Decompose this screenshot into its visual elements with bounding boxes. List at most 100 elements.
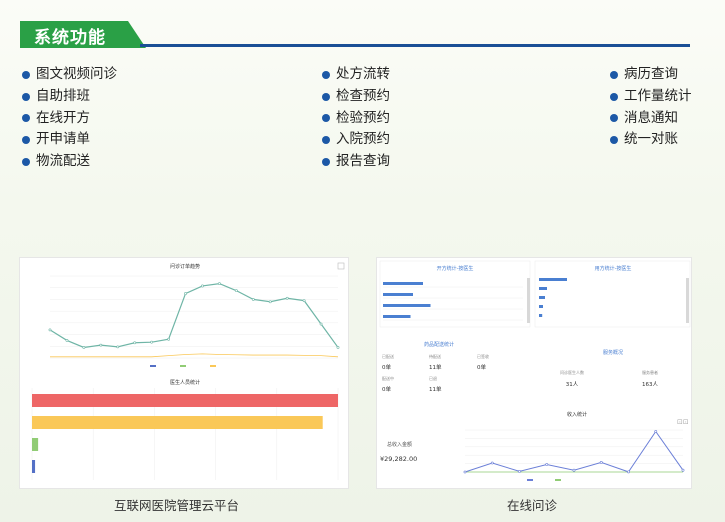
feature-item: 消息通知 [610,108,692,130]
data-point [319,322,323,326]
data-point [65,339,69,342]
feature-item: 图文视频问诊 [22,64,117,86]
series-line-1 [464,430,684,473]
income-value: ¥29,282.00 [380,455,417,463]
data-point [133,341,137,345]
consultation-screenshot: 开方统计-按医生 用方统计-按医生 药品配送统计 已配送 0单 待配送 11单 已签收 0… [376,257,692,489]
feature-label: 入院预约 [336,131,390,148]
stat-value: 0单 [382,385,391,393]
feature-item: 入院预约 [322,129,390,151]
feature-item: 物流配送 [22,151,117,173]
feature-label: 统一对账 [624,131,678,148]
bullet-icon [610,114,618,123]
chart-tools-icon[interactable]: ⊡⊡ [677,418,689,426]
feature-item: 病历查询 [610,64,692,86]
stat-label: 已配送 [382,353,394,359]
feature-column-2: 处方流转检查预约 检验预约入院预约报告查询 [322,64,390,173]
data-point [336,346,340,349]
consultation-dashboard: 开方统计-按医生 用方统计-按医生 药品配送统计 已配送 0单 待配送 11单 已签收 0… [379,260,691,481]
stat-label: 配送中 [382,375,394,381]
feature-item: 工作量统计 [610,86,692,108]
data-point [268,300,272,304]
rx-stats-title: 开方统计-按医生 [437,265,474,272]
stat-value: 11单 [429,385,442,393]
bullet-icon [322,92,330,101]
data-point [201,284,204,288]
bar [32,460,36,473]
legend-marker [210,365,216,367]
bullet-icon [610,136,618,145]
progress-bar [383,293,413,296]
feature-item: 检查预约 [322,86,390,108]
section-rule [140,44,690,47]
scrollbar-1[interactable] [527,278,530,323]
service-value: 163人 [642,381,658,388]
income-label: 总收入金额 [387,441,412,448]
progress-bar [383,315,411,318]
service-value: 31人 [566,381,579,388]
platform-screenshot: 问诊订单趋势 医生人员统计 [19,257,349,489]
bullet-icon [22,136,30,145]
data-point [167,337,170,341]
data-point [234,289,238,293]
series-line-2 [50,353,339,358]
income-title: 收入统计 [567,411,587,418]
feature-label: 物流配送 [36,153,90,170]
legend-marker [527,479,533,481]
data-point [490,461,494,465]
bar-chart-title: 医生人员统计 [170,379,200,386]
legend-marker [555,479,561,481]
feature-label: 报告查询 [336,153,390,170]
feature-item: 检验预约 [322,108,390,130]
data-point [285,296,289,300]
bullet-icon [322,114,330,123]
data-point [599,460,603,464]
feature-column-3: 病历查询 工作量统计 消息通知统一对账 [610,64,692,151]
stat-label: 已签收 [477,353,489,359]
stat-label: 待配送 [429,353,441,359]
data-point [99,343,103,347]
progress-bar [383,304,431,307]
data-point [681,468,685,472]
expand-icon[interactable] [337,262,345,270]
legend-marker [180,365,186,367]
bar [32,416,323,429]
feature-label: 自助排班 [36,87,90,104]
feature-item: 统一对账 [610,129,692,151]
progress-bar [539,287,547,290]
bullet-icon [610,92,618,101]
service-label: 问诊医生人数 [560,369,584,375]
data-point [82,346,86,349]
progress-bar [539,296,545,299]
feature-label: 检验预约 [336,109,390,126]
consultation-caption: 在线问诊 [507,498,558,513]
bullet-icon [322,136,330,145]
service-label: 服务患者 [642,369,658,375]
feature-item: 报告查询 [322,151,390,173]
data-point [251,298,255,301]
legend-marker [150,365,156,367]
line-chart-title: 问诊订单趋势 [170,263,200,270]
delivery-stats-title: 药品配送统计 [424,341,454,348]
data-point [116,345,120,349]
feature-item: 处方流转 [322,64,390,86]
progress-bar [539,314,543,317]
bar [32,394,338,407]
feature-column-1: 图文视频问诊 自助排班在线开方开申请单物流配送 [22,64,117,173]
data-point [545,463,549,466]
bullet-icon [22,114,30,123]
feature-label: 图文视频问诊 [36,66,117,82]
scrollbar-2[interactable] [686,278,689,323]
feature-label: 处方流转 [336,66,390,82]
bullet-icon [22,70,30,79]
stat-value: 0单 [382,363,391,371]
data-point [48,328,52,332]
feature-label: 在线开方 [36,109,90,126]
bullet-icon [322,70,330,79]
stat-value: 0单 [477,363,486,371]
feature-item: 开申请单 [22,129,117,151]
feature-label: 消息通知 [624,109,678,126]
section-banner: 系统功能 [20,21,146,48]
progress-bar [539,278,567,281]
data-point [463,470,467,474]
